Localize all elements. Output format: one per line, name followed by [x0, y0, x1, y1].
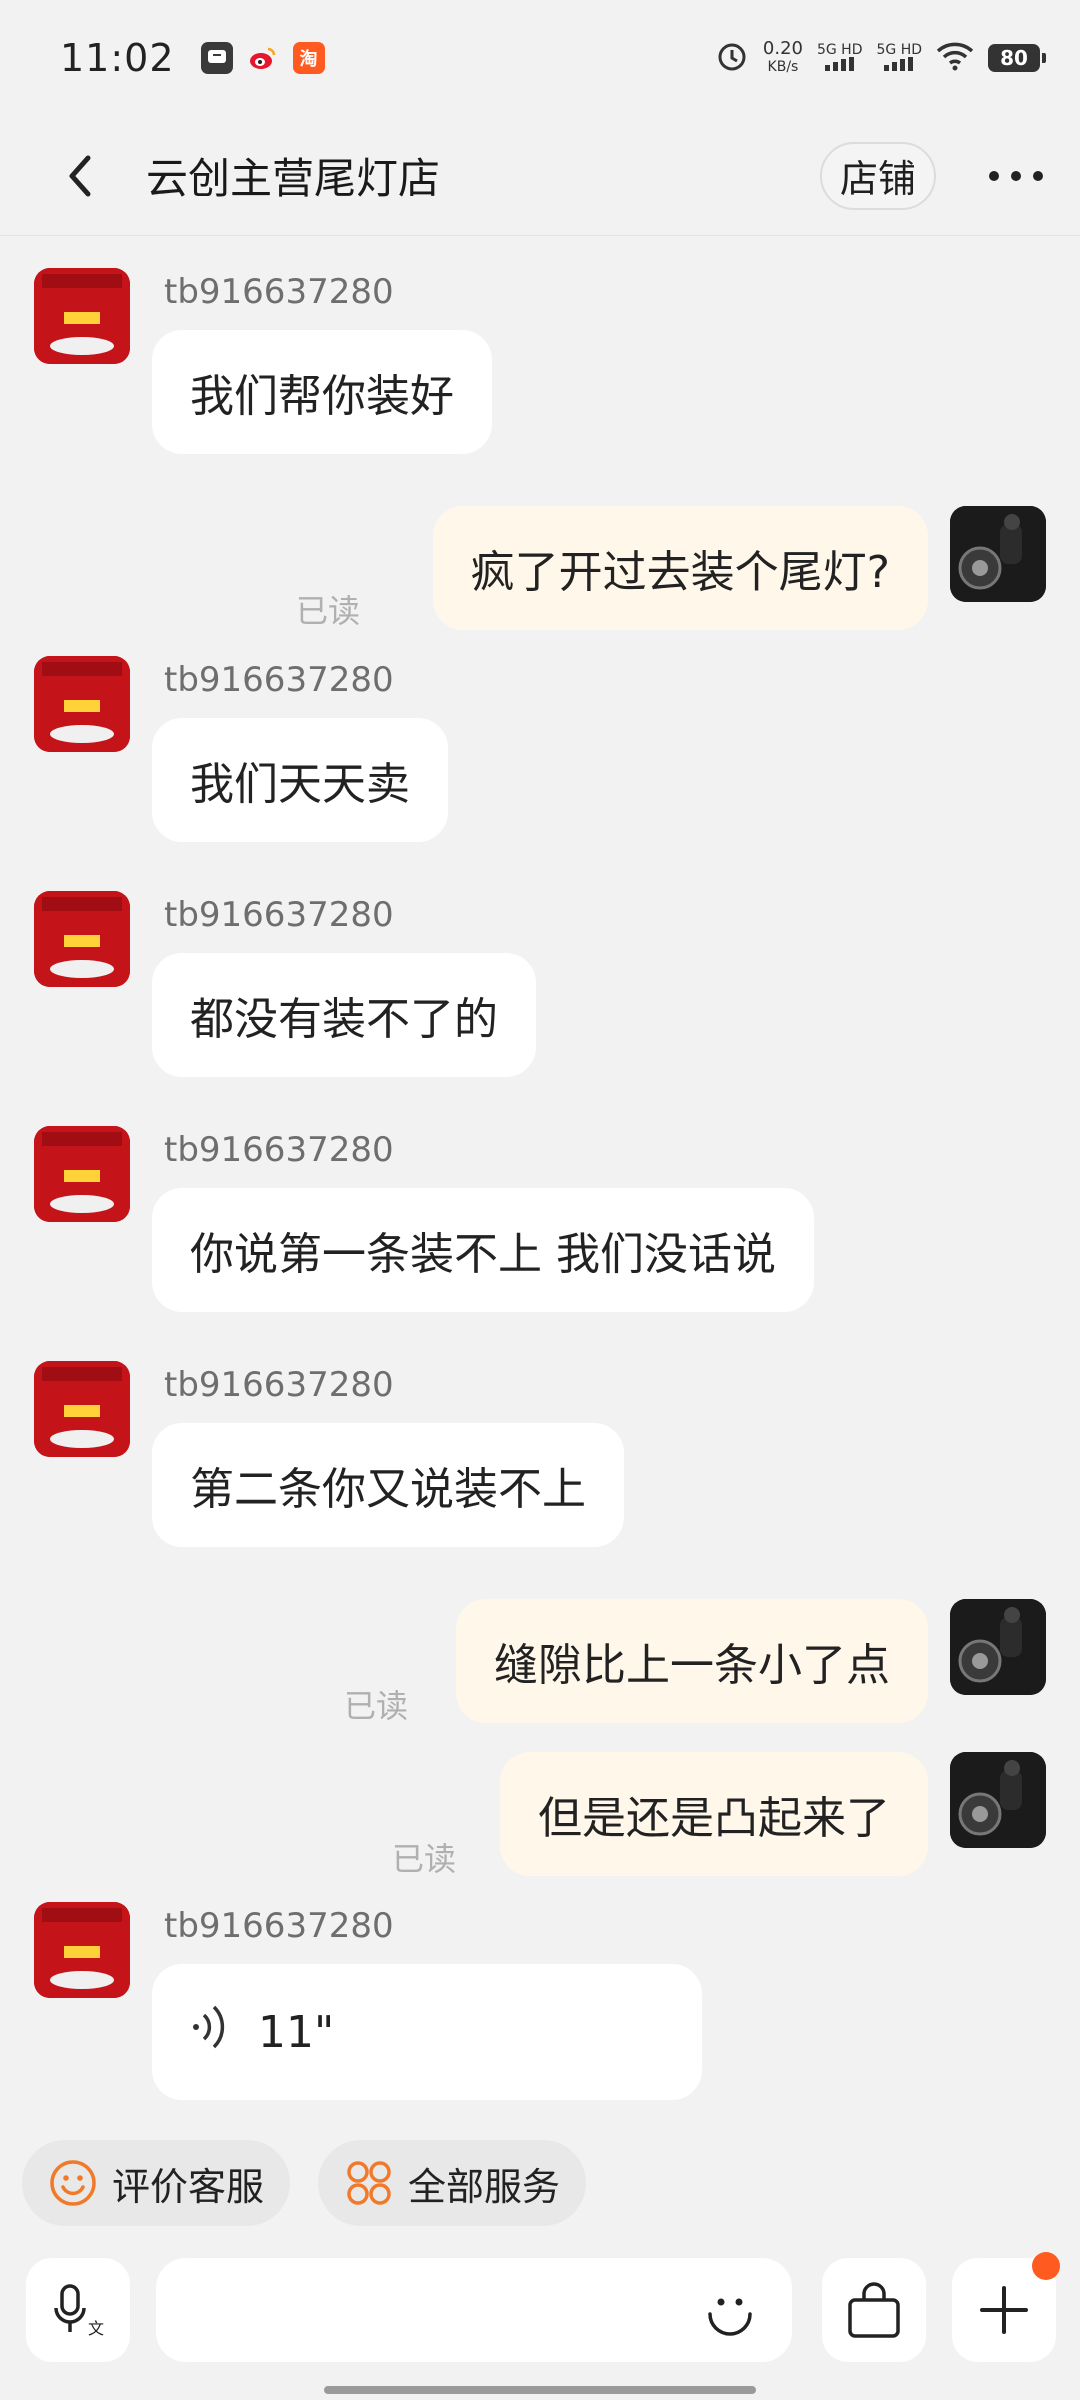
svg-text:文: 文: [88, 2319, 104, 2338]
sender-name: tb916637280: [164, 895, 394, 935]
message-bubble[interactable]: 但是还是凸起来了: [500, 1752, 928, 1876]
shop-avatar[interactable]: [34, 1361, 130, 1457]
more-dots-icon: [989, 170, 1043, 181]
user-avatar[interactable]: [950, 506, 1046, 602]
sender-name: tb916637280: [164, 1365, 394, 1405]
back-arrow-icon: [69, 155, 91, 196]
more-options-button[interactable]: [976, 136, 1056, 216]
weibo-icon: [246, 42, 279, 74]
status-app-icons: 淘: [200, 42, 325, 74]
network-speed-unit: KB/s: [767, 59, 799, 75]
sim1-signal: 5G HD: [816, 41, 863, 74]
message-input[interactable]: [156, 2258, 792, 2362]
sender-name: tb916637280: [164, 660, 394, 700]
user-avatar[interactable]: [950, 1599, 1046, 1695]
signal-icon: [824, 56, 854, 71]
read-status: 已读: [296, 592, 361, 630]
read-status: 已读: [344, 1687, 409, 1725]
network-speed-value: 0.20: [762, 38, 803, 59]
more-actions-button[interactable]: [952, 2252, 1060, 2362]
plus-icon: [980, 2286, 1028, 2334]
shop-avatar[interactable]: [34, 891, 130, 987]
microphone-translate-icon: 文: [54, 2284, 104, 2338]
page-title: 云创主营尾灯店: [146, 154, 441, 203]
back-button[interactable]: [40, 136, 120, 216]
shop-avatar[interactable]: [34, 1902, 130, 1998]
services-grid-icon: [344, 2158, 394, 2208]
sender-name: tb916637280: [164, 272, 394, 312]
read-status: 已读: [392, 1840, 457, 1878]
taobao-icon: 淘: [292, 42, 325, 74]
notification-dot: [1032, 2252, 1060, 2280]
sim2-label: 5G HD: [876, 41, 922, 58]
user-avatar[interactable]: [950, 1752, 1046, 1848]
message-bubble[interactable]: 你说第一条装不上 我们没话说: [152, 1188, 814, 1312]
shop-avatar[interactable]: [34, 656, 130, 752]
shopping-bag-icon: [848, 2282, 900, 2338]
message-bubble[interactable]: 第二条你又说装不上: [152, 1423, 624, 1547]
voice-message-bubble[interactable]: 11": [152, 1964, 702, 2100]
voice-duration: 11": [258, 2006, 335, 2058]
signal-icon: [884, 56, 914, 71]
battery-indicator: 80: [988, 44, 1046, 72]
alarm-icon: [715, 39, 749, 77]
chat-header: 云创主营尾灯店 店铺: [0, 116, 1080, 236]
sender-name: tb916637280: [164, 1906, 394, 1946]
product-bag-button[interactable]: [822, 2258, 926, 2362]
message-bubble[interactable]: 缝隙比上一条小了点: [456, 1599, 928, 1723]
status-time: 11:02: [60, 36, 175, 80]
smile-rating-icon: [48, 2158, 98, 2208]
sim1-label: 5G HD: [816, 41, 863, 58]
smile-emoji-icon: [708, 2298, 752, 2336]
store-button[interactable]: 店铺: [819, 141, 936, 210]
network-speed: 0.20 KB/s: [763, 39, 803, 77]
message-bubble[interactable]: 疯了开过去装个尾灯?: [432, 506, 928, 630]
rate-service-label: 评价客服: [112, 2164, 265, 2209]
voice-wave-icon: [190, 2001, 234, 2064]
emoji-button[interactable]: [700, 2280, 760, 2340]
input-bar: 文: [0, 2252, 1080, 2364]
message-bubble[interactable]: 都没有装不了的: [152, 953, 536, 1077]
quick-actions: 评价客服 全部服务: [22, 2140, 587, 2226]
home-indicator[interactable]: [324, 2386, 756, 2394]
wifi-icon: [936, 41, 974, 75]
all-services-label: 全部服务: [408, 2164, 561, 2209]
sender-name: tb916637280: [164, 1130, 394, 1170]
all-services-button[interactable]: 全部服务: [318, 2140, 587, 2226]
message-bubble[interactable]: 我们天天卖: [152, 718, 448, 842]
voice-input-button[interactable]: 文: [26, 2258, 130, 2362]
shop-avatar[interactable]: [34, 1126, 130, 1222]
sim2-signal: 5G HD: [876, 43, 922, 74]
message-icon: [200, 42, 233, 74]
status-bar: 11:02 淘 0.20 KB/s 5G HD 5G HD 80: [0, 0, 1080, 116]
status-indicators: 0.20 KB/s 5G HD 5G HD 80: [715, 39, 1046, 77]
message-bubble[interactable]: 我们帮你装好: [152, 330, 492, 454]
rate-service-button[interactable]: 评价客服: [22, 2140, 291, 2226]
shop-avatar[interactable]: [34, 268, 130, 364]
